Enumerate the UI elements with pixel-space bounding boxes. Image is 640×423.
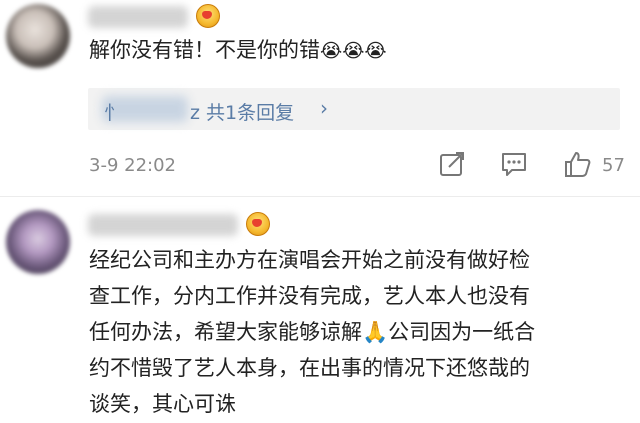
comment-line: 约不惜毁了艺人本身，在出事的情况下还悠哉的 [89, 356, 530, 380]
timestamp: 3-9 22:02 [89, 155, 176, 176]
like-count: 57 [602, 155, 625, 176]
share-icon[interactable] [438, 150, 466, 178]
reply-count-link[interactable]: z 共1条回复 [190, 98, 294, 125]
comment-icon[interactable] [500, 150, 528, 178]
comment-line: 经纪公司和主办方在演唱会开始之前没有做好检 [89, 248, 530, 272]
reply-username-fragment: 忄 [104, 102, 124, 124]
chevron-right-icon: › [320, 96, 328, 120]
vip-crown-badge-icon [196, 4, 220, 28]
avatar[interactable] [6, 4, 70, 68]
reply-summary[interactable]: 忄 z 共1条回复 › [88, 88, 620, 130]
vip-crown-badge-icon [246, 212, 270, 236]
divider [0, 196, 640, 197]
avatar[interactable] [6, 210, 70, 274]
comment-line: 查工作，分内工作并没有完成，艺人本人也没有 [89, 284, 530, 308]
username-redacted[interactable] [88, 6, 188, 28]
comment-text: 解你没有错！不是你的错😭😭😭 [89, 34, 387, 68]
crying-emoji: 😭😭😭 [320, 40, 387, 62]
comment-body: 解你没有错！不是你的错 [89, 38, 320, 62]
comment-line: 谈笑，其心可诛 [89, 392, 236, 416]
thumbs-up-icon[interactable] [564, 150, 592, 178]
comment-line: 任何办法，希望大家能够谅解🙏公司因为一纸合 [89, 320, 536, 344]
username-redacted[interactable] [88, 214, 238, 236]
